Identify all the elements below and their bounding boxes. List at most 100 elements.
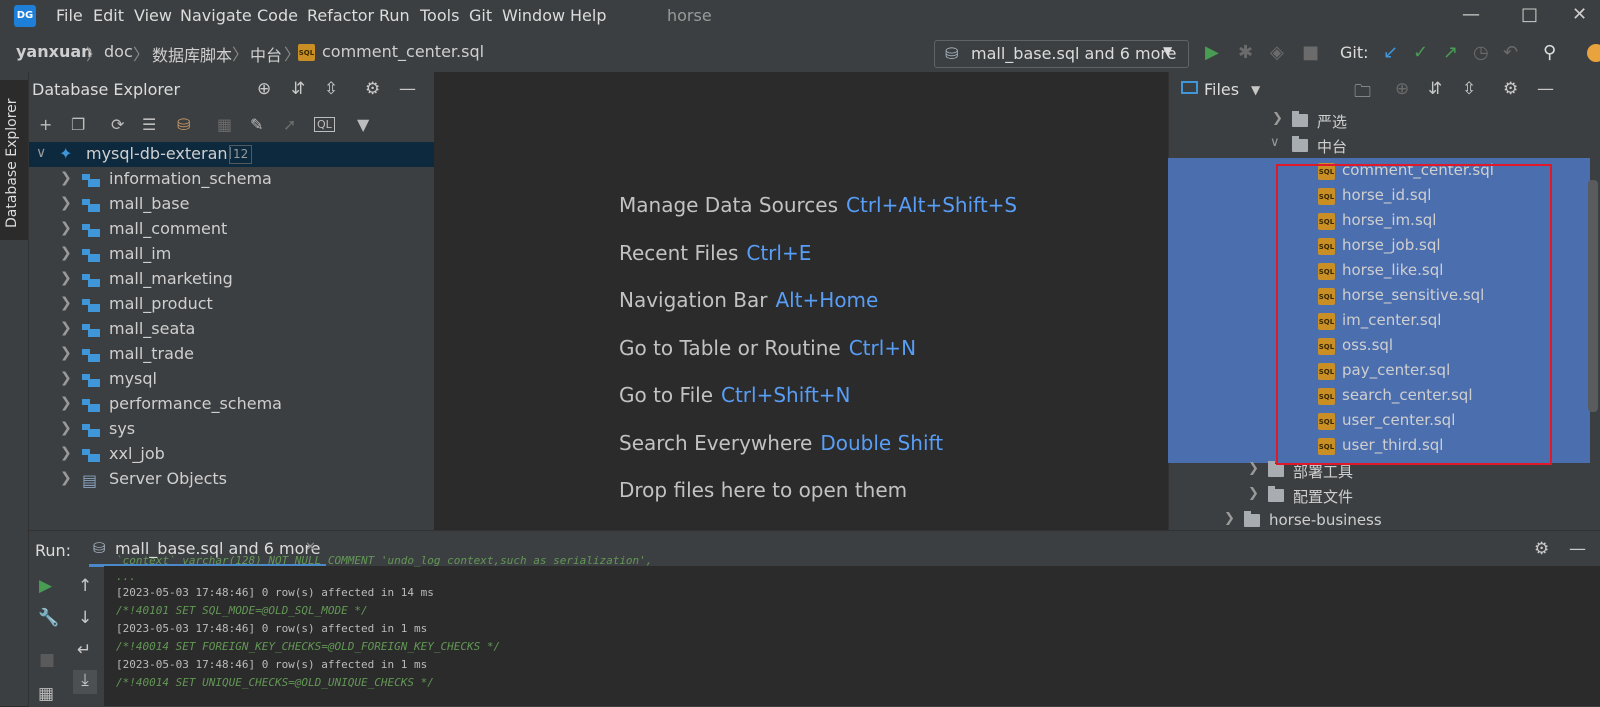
schema-row[interactable]: ❯ mall_im — [29, 242, 434, 267]
schema-row[interactable]: ❯ mall_seata — [29, 317, 434, 342]
gear-icon[interactable]: ⚙ — [365, 79, 380, 99]
schema-row[interactable]: ❯ mall_product — [29, 292, 434, 317]
filter-icon[interactable]: ▼ — [357, 115, 369, 134]
gear-icon[interactable]: ⚙ — [1534, 539, 1549, 559]
layout-icon[interactable]: ▦ — [38, 684, 54, 704]
schema-row[interactable]: ❯ sys — [29, 417, 434, 442]
gear-icon[interactable]: ⚙ — [1503, 79, 1518, 99]
table-icon[interactable]: ▦ — [217, 115, 232, 134]
console-output[interactable]: `context` varchar(128) NOT NULL COMMENT … — [104, 554, 1600, 706]
run-toolbar: ▶ 🔧 ■ ▦ — [29, 566, 69, 706]
hide-panel-icon[interactable]: — — [399, 79, 416, 99]
datasource-row[interactable]: ∨ ✦ mysql-db-exteranl 12 — [29, 142, 434, 167]
git-rollback-icon[interactable]: ↶ — [1503, 42, 1518, 63]
schema-row[interactable]: ❯ performance_schema — [29, 392, 434, 417]
edit-icon[interactable]: ✎ — [250, 115, 263, 134]
server-objects-row[interactable]: ❯ ▤ Server Objects — [29, 467, 434, 492]
close-tab-icon[interactable]: ✕ — [305, 540, 316, 555]
jump-icon[interactable]: ➚ — [283, 115, 296, 134]
expand-all-icon[interactable]: ⇵ — [291, 79, 305, 99]
hint-go-to-file: Go to File Ctrl+Shift+N — [619, 383, 851, 407]
menu-run[interactable]: Run — [379, 6, 410, 25]
schema-row[interactable]: ❯ mall_comment — [29, 217, 434, 242]
schema-icon — [82, 347, 100, 362]
folder-row[interactable]: ❯ 严选 — [1168, 108, 1590, 133]
menu-refactor[interactable]: Refactor — [307, 6, 374, 25]
folder-row[interactable]: ❯ 配置文件 — [1168, 483, 1590, 508]
search-icon[interactable]: ⚲ — [1543, 42, 1556, 63]
git-history-icon[interactable]: ◷ — [1473, 42, 1489, 63]
breadcrumb-project[interactable]: yanxuan — [16, 42, 93, 61]
database-icon: ⛁ — [945, 44, 959, 63]
debug-icon[interactable]: ✱ — [1238, 42, 1253, 63]
locate-icon[interactable]: ⊕ — [1395, 79, 1409, 99]
folder-label: 配置文件 — [1293, 488, 1354, 506]
menu-help[interactable]: Help — [570, 6, 606, 25]
menu-view[interactable]: View — [134, 6, 172, 25]
disconnect-icon[interactable]: ⛁ — [177, 115, 190, 134]
rerun-icon[interactable]: ▶ — [39, 576, 52, 596]
add-icon[interactable]: + — [39, 115, 52, 134]
run-icon[interactable]: ▶ — [1205, 42, 1219, 63]
hide-panel-icon[interactable]: — — [1537, 79, 1554, 99]
minimize-icon[interactable]: — — [1462, 4, 1480, 25]
breadcrumb-file[interactable]: comment_center.sql — [322, 42, 484, 61]
maximize-icon[interactable]: □ — [1521, 4, 1538, 25]
hint-search-everywhere: Search Everywhere Double Shift — [619, 431, 943, 455]
schema-row[interactable]: ❯ mall_base — [29, 192, 434, 217]
arrow-down-icon[interactable]: ↓ — [78, 608, 92, 628]
wrench-icon[interactable]: 🔧 — [38, 608, 59, 628]
chevron-right-icon: ❯ — [1248, 486, 1259, 501]
properties-icon[interactable]: ☰ — [142, 115, 156, 134]
menu-file[interactable]: File — [56, 6, 83, 25]
run-configuration-select[interactable]: ⛁ mall_base.sql and 6 more ▼ — [934, 40, 1189, 68]
menu-navigate[interactable]: Navigate — [180, 6, 252, 25]
hint-navigation-bar: Navigation Bar Alt+Home — [619, 288, 878, 312]
schema-row[interactable]: ❯ information_schema — [29, 167, 434, 192]
collapse-all-icon[interactable]: ⇳ — [1462, 79, 1476, 99]
run-panel-label: Run: — [35, 541, 72, 560]
coverage-icon[interactable]: ◈ — [1270, 42, 1284, 63]
scroll-to-end-icon[interactable]: ⤓ — [73, 670, 97, 694]
folder-row[interactable]: ∨ 中台 — [1168, 133, 1590, 158]
schema-row[interactable]: ❯ mall_marketing — [29, 267, 434, 292]
stop-icon[interactable]: ■ — [1302, 42, 1319, 63]
schema-row[interactable]: ❯ mall_trade — [29, 342, 434, 367]
collapse-all-icon[interactable]: ⇳ — [324, 79, 338, 99]
schema-label: performance_schema — [109, 394, 282, 413]
menu-code[interactable]: Code — [257, 6, 298, 25]
git-commit-icon[interactable]: ✓ — [1413, 42, 1428, 63]
git-update-icon[interactable]: ↙ — [1383, 42, 1398, 63]
breadcrumb-doc[interactable]: doc — [104, 42, 133, 61]
breadcrumb-zhongtai[interactable]: 中台 — [250, 42, 282, 66]
breadcrumb-scripts[interactable]: 数据库脚本 — [152, 42, 232, 66]
panel-title[interactable]: Files — [1204, 80, 1239, 99]
tool-window-tab-database[interactable]: Database Explorer — [0, 80, 28, 240]
hint-drop-files: Drop files here to open them — [619, 478, 908, 502]
schema-row[interactable]: ❯ xxl_job — [29, 442, 434, 467]
schema-label: mall_im — [109, 244, 172, 263]
menu-window[interactable]: Window — [502, 6, 565, 25]
menu-edit[interactable]: Edit — [93, 6, 124, 25]
hide-panel-icon[interactable]: — — [1569, 539, 1586, 559]
close-icon[interactable]: ✕ — [1572, 4, 1587, 25]
refresh-icon[interactable]: ⟳ — [111, 115, 124, 134]
git-push-icon[interactable]: ↗ — [1443, 42, 1458, 63]
arrow-up-icon[interactable]: ↑ — [78, 576, 92, 596]
open-folder-icon[interactable]: 🗀 — [1354, 79, 1371, 108]
menu-git[interactable]: Git — [469, 6, 492, 25]
avatar[interactable] — [1587, 44, 1600, 62]
menu-tools[interactable]: Tools — [420, 6, 459, 25]
locate-icon[interactable]: ⊕ — [257, 79, 271, 99]
schema-row[interactable]: ❯ mysql — [29, 367, 434, 392]
schema-label: mall_comment — [109, 219, 228, 238]
query-console-icon[interactable]: QL — [314, 117, 335, 132]
schema-icon — [82, 222, 100, 237]
expand-all-icon[interactable]: ⇵ — [1428, 79, 1442, 99]
files-scrollbar[interactable] — [1588, 180, 1598, 412]
folder-row[interactable]: ❯ horse-business — [1168, 508, 1590, 530]
stop-icon[interactable]: ■ — [39, 650, 55, 670]
chevron-down-icon[interactable]: ▼ — [1251, 83, 1260, 97]
soft-wrap-icon[interactable]: ↵ — [77, 640, 91, 660]
duplicate-icon[interactable]: ❐ — [71, 115, 85, 134]
